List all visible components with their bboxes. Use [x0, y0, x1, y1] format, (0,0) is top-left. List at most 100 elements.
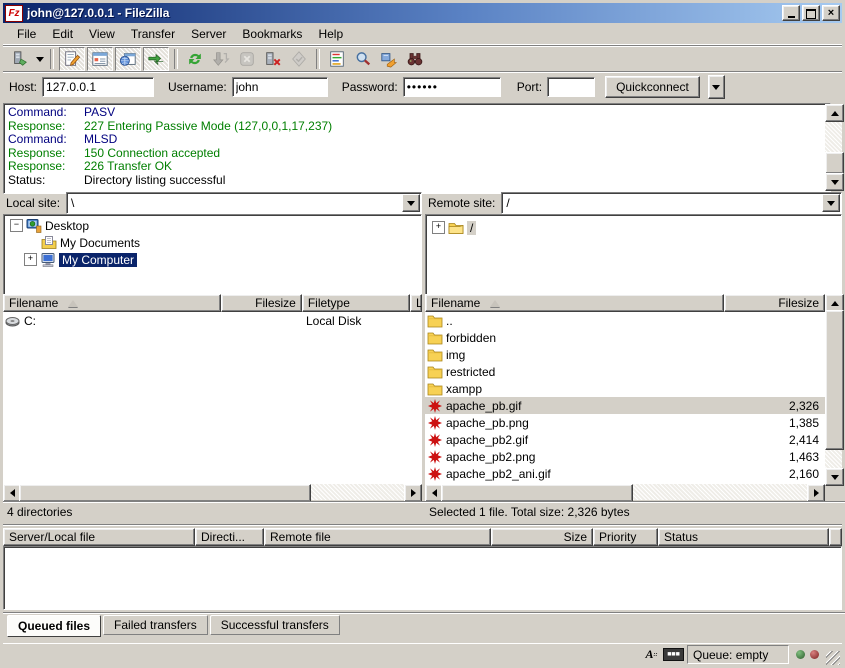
tree-item-my-documents[interactable]: My Documents: [4, 234, 421, 251]
column-header-last-modified[interactable]: L: [410, 294, 422, 312]
file-row-selected[interactable]: apache_pb.gif 2,326: [425, 397, 825, 414]
disconnect-button[interactable]: [261, 48, 285, 70]
local-h-scrollbar[interactable]: [3, 484, 422, 500]
toggle-local-tree-button[interactable]: [87, 47, 113, 71]
refresh-icon: [186, 50, 204, 68]
local-list-body[interactable]: C: Local Disk: [3, 312, 422, 484]
scroll-down-button[interactable]: [825, 173, 844, 191]
scrollbar-thumb[interactable]: [825, 310, 844, 450]
directory-comparison-button[interactable]: [403, 48, 427, 70]
menu-edit[interactable]: Edit: [44, 25, 81, 43]
file-row[interactable]: forbidden: [425, 329, 825, 346]
collapse-icon[interactable]: [10, 219, 23, 232]
username-label: Username:: [168, 80, 227, 94]
file-row-c-drive[interactable]: C: Local Disk: [3, 312, 422, 329]
menu-help[interactable]: Help: [310, 25, 351, 43]
menu-file[interactable]: File: [9, 25, 44, 43]
column-header-remote-file[interactable]: Remote file: [264, 528, 491, 546]
file-row[interactable]: apache_pb2.png 1,463: [425, 448, 825, 465]
reconnect-button[interactable]: [287, 48, 311, 70]
file-row[interactable]: img: [425, 346, 825, 363]
column-header-direction[interactable]: Directi...: [195, 528, 264, 546]
queue-list-body[interactable]: [3, 546, 842, 610]
file-row[interactable]: ..: [425, 312, 825, 329]
scroll-right-button[interactable]: [404, 484, 422, 502]
cancel-icon: [238, 50, 256, 68]
host-input[interactable]: [42, 77, 154, 97]
toggle-queue-view-button[interactable]: [143, 47, 169, 71]
filter-button[interactable]: [325, 48, 349, 70]
scrollbar-thumb[interactable]: [441, 484, 633, 502]
close-button[interactable]: ×: [822, 5, 840, 21]
tree-item-desktop[interactable]: Desktop: [4, 217, 421, 234]
maximize-button[interactable]: [802, 5, 820, 21]
title-bar[interactable]: Fz john@127.0.0.1 - FileZilla ×: [3, 3, 842, 23]
file-row[interactable]: apache_pb2_ani.gif 2,160: [425, 465, 825, 482]
tree-item-my-computer[interactable]: My Computer: [4, 251, 421, 268]
column-header-status[interactable]: Status: [658, 528, 829, 546]
menu-bookmarks[interactable]: Bookmarks: [234, 25, 310, 43]
expand-icon[interactable]: [432, 221, 445, 234]
combo-dropdown-button[interactable]: [402, 194, 420, 212]
column-header-size[interactable]: Size: [491, 528, 593, 546]
column-header-filename[interactable]: Filename: [425, 294, 724, 312]
file-row[interactable]: apache_pb.png 1,385: [425, 414, 825, 431]
remote-v-scrollbar[interactable]: [825, 294, 842, 484]
site-manager-button[interactable]: [8, 48, 32, 70]
column-header-priority[interactable]: Priority: [593, 528, 658, 546]
tree-item-root[interactable]: /: [426, 219, 841, 236]
scroll-down-button[interactable]: [825, 468, 844, 486]
expand-icon[interactable]: [24, 253, 37, 266]
local-directory-tree[interactable]: Desktop My Documents My Computer: [3, 214, 422, 296]
scroll-up-button[interactable]: [825, 104, 844, 122]
arrow-left-icon: [10, 489, 15, 497]
site-manager-dropdown[interactable]: [33, 48, 46, 70]
log-scrollbar[interactable]: [825, 104, 842, 189]
tab-queued-files[interactable]: Queued files: [7, 615, 101, 637]
toggle-log-view-button[interactable]: [59, 47, 85, 71]
file-row[interactable]: apache_pb2.gif 2,414: [425, 431, 825, 448]
local-site-combo[interactable]: \: [66, 192, 422, 214]
column-header-filesize[interactable]: Filesize: [221, 294, 302, 312]
menu-transfer[interactable]: Transfer: [123, 25, 183, 43]
remote-site-combo[interactable]: /: [501, 192, 842, 214]
remote-directory-tree[interactable]: /: [425, 214, 842, 298]
scroll-right-button[interactable]: [807, 484, 825, 502]
quickconnect-dropdown[interactable]: [708, 75, 725, 99]
file-row[interactable]: restricted: [425, 363, 825, 380]
scrollbar-thumb[interactable]: [19, 484, 311, 502]
quickconnect-button[interactable]: Quickconnect: [605, 76, 700, 98]
file-row[interactable]: xampp: [425, 380, 825, 397]
menu-view[interactable]: View: [81, 25, 123, 43]
remote-list-body[interactable]: .. forbidden img restricted xampp apache…: [425, 312, 825, 484]
file-search-button[interactable]: [351, 48, 375, 70]
search-icon: [354, 50, 372, 68]
refresh-button[interactable]: [183, 48, 207, 70]
column-header-filesize[interactable]: Filesize: [724, 294, 825, 312]
menu-server[interactable]: Server: [183, 25, 234, 43]
minimize-button[interactable]: [782, 5, 800, 21]
synchronized-browsing-button[interactable]: [377, 48, 401, 70]
file-type: Local Disk: [306, 314, 361, 328]
message-log[interactable]: Command:PASV Response:227 Entering Passi…: [3, 103, 831, 194]
remote-h-scrollbar[interactable]: [425, 484, 825, 500]
resize-grip[interactable]: [826, 651, 840, 665]
local-site-label: Local site:: [3, 196, 66, 210]
scrollbar-thumb[interactable]: [825, 152, 844, 174]
username-input[interactable]: [232, 77, 328, 97]
tab-successful-transfers[interactable]: Successful transfers: [210, 615, 340, 635]
port-input[interactable]: [547, 77, 595, 97]
column-header-server-local-file[interactable]: Server/Local file: [3, 528, 195, 546]
combo-dropdown-button[interactable]: [822, 194, 840, 212]
process-queue-button[interactable]: [209, 48, 233, 70]
toggle-remote-tree-button[interactable]: [115, 47, 141, 71]
column-header-filename[interactable]: Filename: [3, 294, 221, 312]
local-file-list: Filename Filesize Filetype L C: Local Di…: [3, 294, 422, 500]
image-file-icon: [427, 432, 443, 448]
column-header-filetype[interactable]: Filetype: [302, 294, 410, 312]
cancel-operation-button[interactable]: [235, 48, 259, 70]
password-input[interactable]: [403, 77, 501, 97]
folder-icon: [427, 313, 443, 329]
tab-failed-transfers[interactable]: Failed transfers: [103, 615, 208, 635]
arrow-right-icon: [814, 489, 819, 497]
